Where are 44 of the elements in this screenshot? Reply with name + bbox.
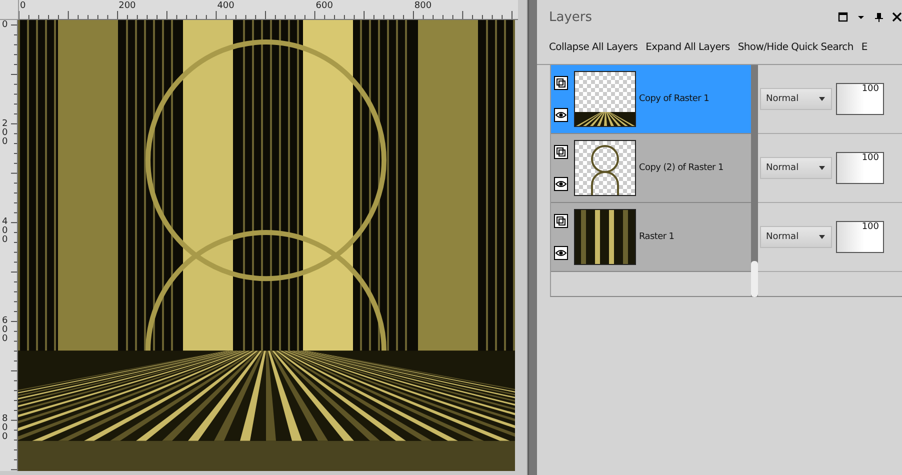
layer-group-icon[interactable] bbox=[554, 214, 568, 228]
blend-mode-dropdown[interactable]: Normal bbox=[760, 226, 832, 248]
ruler-label: 800 bbox=[2, 415, 9, 442]
layer-name: Raster 1 bbox=[639, 232, 674, 242]
pin-icon[interactable] bbox=[874, 12, 884, 22]
layer-name: Copy of Raster 1 bbox=[639, 94, 710, 104]
layer-group-icon[interactable] bbox=[554, 145, 568, 159]
ruler-label: 0 bbox=[2, 21, 9, 30]
layer-name: Copy (2) of Raster 1 bbox=[639, 163, 724, 173]
layer-thumbnail bbox=[574, 140, 636, 196]
toolbar-button[interactable]: Collapse All Layers bbox=[549, 42, 638, 52]
layer-thumbnail bbox=[574, 209, 636, 265]
layer-row[interactable]: Raster 1 bbox=[551, 203, 751, 272]
blend-mode-dropdown[interactable]: Normal bbox=[760, 88, 832, 110]
toolbar-button[interactable]: E bbox=[861, 42, 868, 52]
caret-icon bbox=[818, 233, 826, 241]
ruler-label: 600 bbox=[316, 1, 333, 11]
scroll-thumb[interactable] bbox=[751, 261, 758, 297]
close-icon[interactable] bbox=[892, 12, 902, 22]
caret-icon bbox=[818, 95, 826, 103]
opacity-field[interactable]: 100 bbox=[836, 152, 884, 184]
layer-thumbnail bbox=[574, 71, 636, 127]
ruler-label: 200 bbox=[118, 1, 136, 11]
ruler-label: 0 bbox=[20, 1, 26, 11]
layer-row[interactable]: Copy of Raster 1 bbox=[551, 65, 751, 134]
blend-mode-dropdown[interactable]: Normal bbox=[760, 157, 832, 179]
opacity-field[interactable]: 100 bbox=[836, 221, 884, 253]
panel-title: Layers bbox=[549, 10, 592, 24]
layer-row[interactable]: Copy (2) of Raster 1 bbox=[551, 134, 751, 203]
layer-group-icon[interactable] bbox=[554, 76, 568, 90]
eye-icon[interactable] bbox=[554, 246, 568, 260]
toolbar-button[interactable]: Show/Hide Quick Search bbox=[738, 42, 854, 52]
eye-icon[interactable] bbox=[554, 177, 568, 191]
caret-icon bbox=[818, 164, 826, 172]
toolbar-button[interactable]: Expand All Layers bbox=[646, 42, 730, 52]
ruler-label: 400 bbox=[217, 1, 234, 11]
maximize-icon[interactable] bbox=[838, 12, 848, 22]
opacity-field[interactable]: 100 bbox=[836, 83, 884, 115]
ruler-label: 800 bbox=[414, 1, 432, 11]
eye-icon[interactable] bbox=[554, 108, 568, 122]
scrollbar[interactable] bbox=[751, 65, 758, 297]
ruler-label: 400 bbox=[2, 218, 9, 246]
ruler-label: 600 bbox=[2, 316, 9, 344]
ruler-label: 200 bbox=[2, 120, 9, 147]
